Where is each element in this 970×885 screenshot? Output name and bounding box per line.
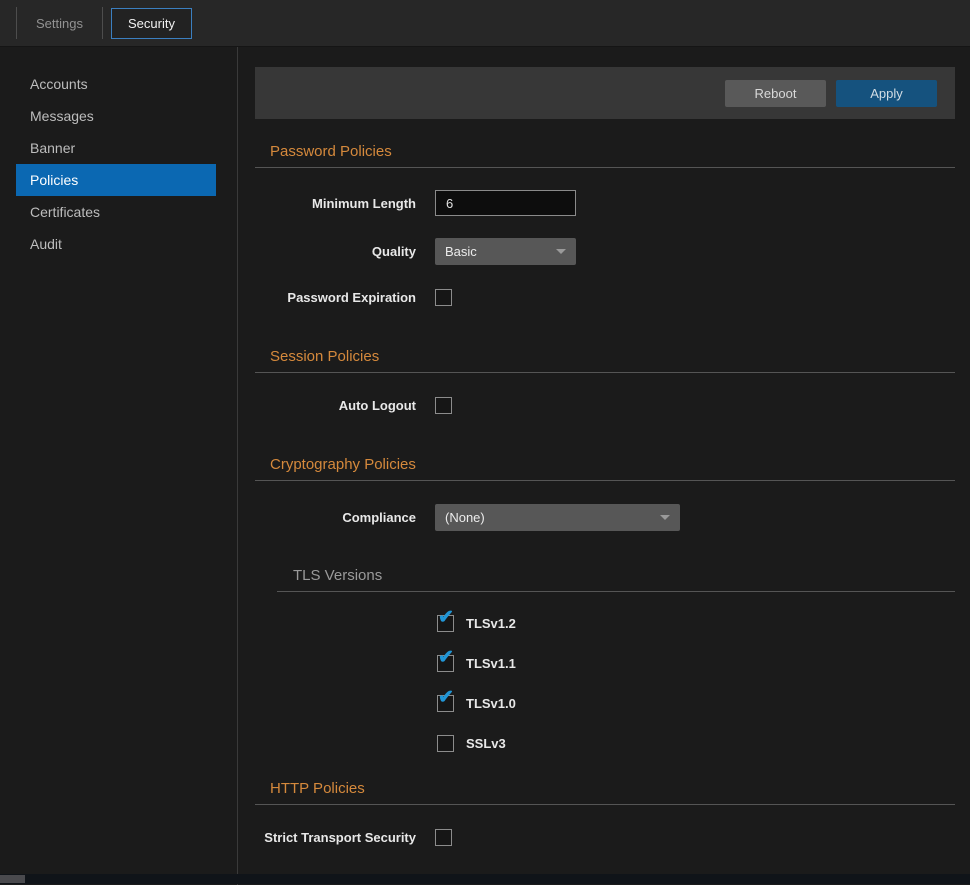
sslv3-label: SSLv3 [466, 736, 506, 751]
sidebar-item-certificates[interactable]: Certificates [0, 196, 237, 228]
tlsv12-label: TLSv1.2 [466, 616, 516, 631]
quality-row: Quality Basic [255, 238, 955, 265]
auto-logout-label: Auto Logout [255, 398, 416, 413]
section-divider [255, 372, 955, 373]
section-divider [255, 480, 955, 481]
sidebar-item-messages[interactable]: Messages [0, 100, 237, 132]
compliance-label: Compliance [255, 510, 416, 525]
sidebar-item-banner[interactable]: Banner [0, 132, 237, 164]
tlsv10-label: TLSv1.0 [466, 696, 516, 711]
check-icon: ✔ [438, 648, 454, 667]
minimum-length-label: Minimum Length [255, 196, 416, 211]
chevron-down-icon [556, 249, 566, 254]
minimum-length-row: Minimum Length [255, 190, 955, 216]
check-icon: ✔ [438, 608, 454, 627]
action-toolbar: Reboot Apply [255, 67, 955, 119]
tlsv12-checkbox[interactable]: ✔ [437, 615, 454, 632]
tab-separator [16, 7, 17, 39]
security-settings-page: Settings Security Accounts Messages Bann… [0, 0, 970, 885]
section-divider [255, 804, 955, 805]
compliance-selected-value: (None) [445, 510, 485, 525]
strict-transport-security-label: Strict Transport Security [255, 830, 416, 845]
tab-settings[interactable]: Settings [19, 9, 100, 38]
top-tab-bar: Settings Security [0, 0, 970, 47]
http-policies-title: HTTP Policies [270, 780, 955, 797]
sidebar-item-policies[interactable]: Policies [16, 164, 216, 196]
cryptography-policies-title: Cryptography Policies [270, 456, 955, 473]
password-policies-title: Password Policies [270, 143, 955, 160]
check-icon: ✔ [438, 688, 454, 707]
tls-versions-title: TLS Versions [293, 567, 955, 584]
horizontal-scrollbar-thumb[interactable] [0, 875, 25, 883]
tlsv12-row: ✔ TLSv1.2 [437, 615, 955, 632]
tab-security[interactable]: Security [111, 8, 192, 39]
minimum-length-input[interactable] [435, 190, 576, 216]
session-policies-title: Session Policies [270, 348, 955, 365]
auto-logout-row: Auto Logout ✔ [255, 397, 955, 414]
sslv3-row: ✔ SSLv3 [437, 735, 955, 752]
subsection-divider [277, 591, 955, 592]
password-expiration-row: Password Expiration ✔ [255, 289, 955, 306]
quality-label: Quality [255, 244, 416, 259]
quality-select[interactable]: Basic [435, 238, 576, 265]
tab-separator [102, 7, 103, 39]
quality-selected-value: Basic [445, 244, 477, 259]
password-expiration-checkbox[interactable]: ✔ [435, 289, 452, 306]
sslv3-checkbox[interactable]: ✔ [437, 735, 454, 752]
apply-button[interactable]: Apply [836, 80, 937, 107]
tlsv10-row: ✔ TLSv1.0 [437, 695, 955, 712]
sidebar-item-accounts[interactable]: Accounts [0, 68, 237, 100]
password-expiration-label: Password Expiration [255, 290, 416, 305]
compliance-select[interactable]: (None) [435, 504, 680, 531]
main-content: Reboot Apply Password Policies Minimum L… [238, 47, 970, 885]
sidebar-item-audit[interactable]: Audit [0, 228, 237, 260]
tlsv11-checkbox[interactable]: ✔ [437, 655, 454, 672]
section-divider [255, 167, 955, 168]
chevron-down-icon [660, 515, 670, 520]
strict-transport-security-row: Strict Transport Security ✔ [255, 829, 955, 846]
tlsv11-label: TLSv1.1 [466, 656, 516, 671]
strict-transport-security-checkbox[interactable]: ✔ [435, 829, 452, 846]
compliance-row: Compliance (None) [255, 504, 955, 531]
sidebar-nav: Accounts Messages Banner Policies Certif… [0, 47, 238, 885]
reboot-button[interactable]: Reboot [725, 80, 826, 107]
horizontal-scrollbar[interactable] [0, 874, 970, 884]
tlsv11-row: ✔ TLSv1.1 [437, 655, 955, 672]
tlsv10-checkbox[interactable]: ✔ [437, 695, 454, 712]
auto-logout-checkbox[interactable]: ✔ [435, 397, 452, 414]
